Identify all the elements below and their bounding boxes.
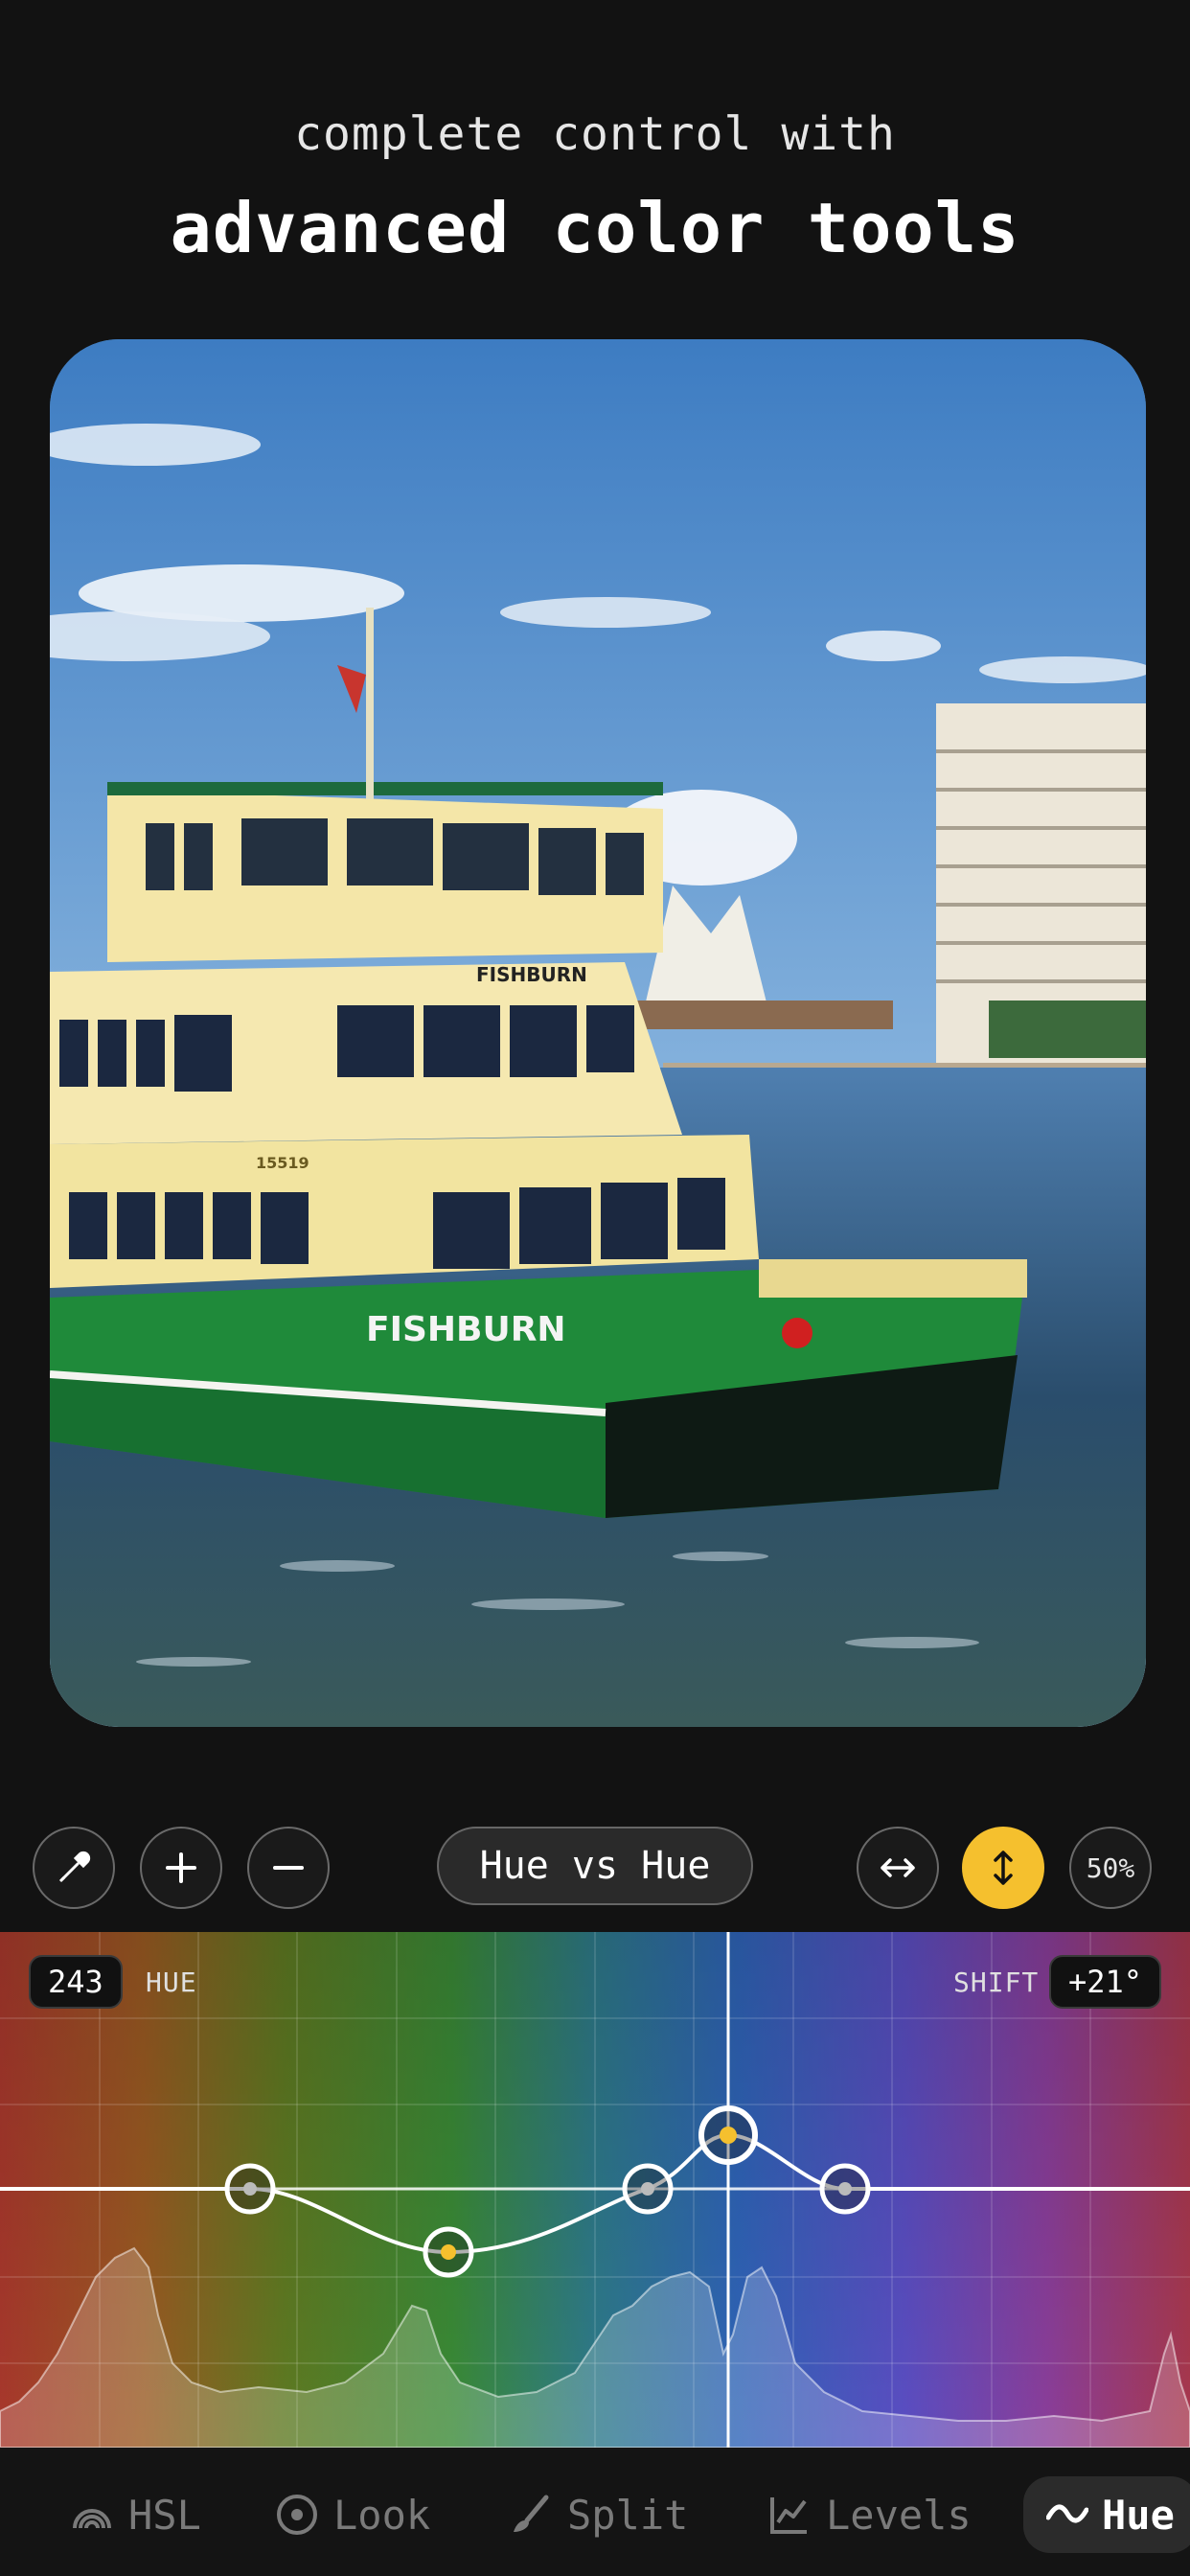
curve-point[interactable] [224, 2163, 276, 2215]
curve-toolbar: Hue vs Hue 50% [0, 1825, 1190, 1911]
tab-hsl-label: HSL [128, 2491, 201, 2539]
tab-split-label: Split [567, 2491, 689, 2539]
hue-value-badge: 243 [29, 1955, 123, 2009]
tab-levels[interactable]: Levels [767, 2476, 972, 2553]
tab-hsl[interactable]: HSL [69, 2476, 201, 2553]
curve-point[interactable] [819, 2163, 871, 2215]
curve-point[interactable] [622, 2163, 674, 2215]
hue-label: HUE [146, 1966, 197, 1998]
horizontal-arrows-icon [881, 1858, 915, 1877]
chart-icon [770, 2497, 807, 2534]
shift-label: SHIFT [953, 1966, 1040, 1998]
preview-photo[interactable]: FISHBURN FISHBURN 15519 [50, 339, 1146, 1727]
cabin-name-text: FISHBURN [476, 963, 587, 986]
hull-name-text: FISHBURN [366, 1310, 566, 1349]
zoom-button[interactable]: 50% [1069, 1827, 1152, 1909]
brush-icon [514, 2495, 549, 2532]
vertical-adjust-button[interactable] [962, 1827, 1044, 1909]
tab-split[interactable]: Split [508, 2476, 688, 2553]
tab-hue[interactable]: Hue [1023, 2476, 1190, 2553]
tab-look[interactable]: Look [274, 2476, 430, 2553]
hue-curve-panel[interactable]: 243 HUE SHIFT +21° [0, 1932, 1190, 2448]
tab-hue-label: Hue [1102, 2491, 1175, 2539]
tab-levels-label: Levels [826, 2491, 972, 2539]
eyedropper-icon [58, 1851, 91, 1883]
curve-point-selected[interactable] [698, 2105, 758, 2165]
minus-icon [273, 1866, 304, 1870]
eyedropper-button[interactable] [33, 1827, 115, 1909]
curve-mode-selector[interactable]: Hue vs Hue [437, 1827, 753, 1905]
tab-look-label: Look [333, 2491, 431, 2539]
target-icon [277, 2495, 317, 2535]
add-point-button[interactable] [140, 1827, 222, 1909]
shift-value-badge: +21° [1048, 1955, 1161, 2009]
rainbow-icon [73, 2509, 111, 2529]
headline-title: advanced color tools [170, 188, 1020, 268]
ferry-number-text: 15519 [256, 1154, 309, 1172]
hue-curve-graph[interactable] [0, 1932, 1190, 2448]
vertical-arrows-icon [994, 1851, 1013, 1885]
remove-point-button[interactable] [247, 1827, 330, 1909]
plus-icon [166, 1852, 196, 1883]
tool-tab-bar: HSL Look Split Levels Hue [0, 2448, 1190, 2576]
curve-point[interactable] [423, 2226, 474, 2278]
curve-icon [1046, 2504, 1088, 2523]
headline-subtitle: complete control with [294, 107, 896, 161]
horizontal-adjust-button[interactable] [857, 1827, 939, 1909]
